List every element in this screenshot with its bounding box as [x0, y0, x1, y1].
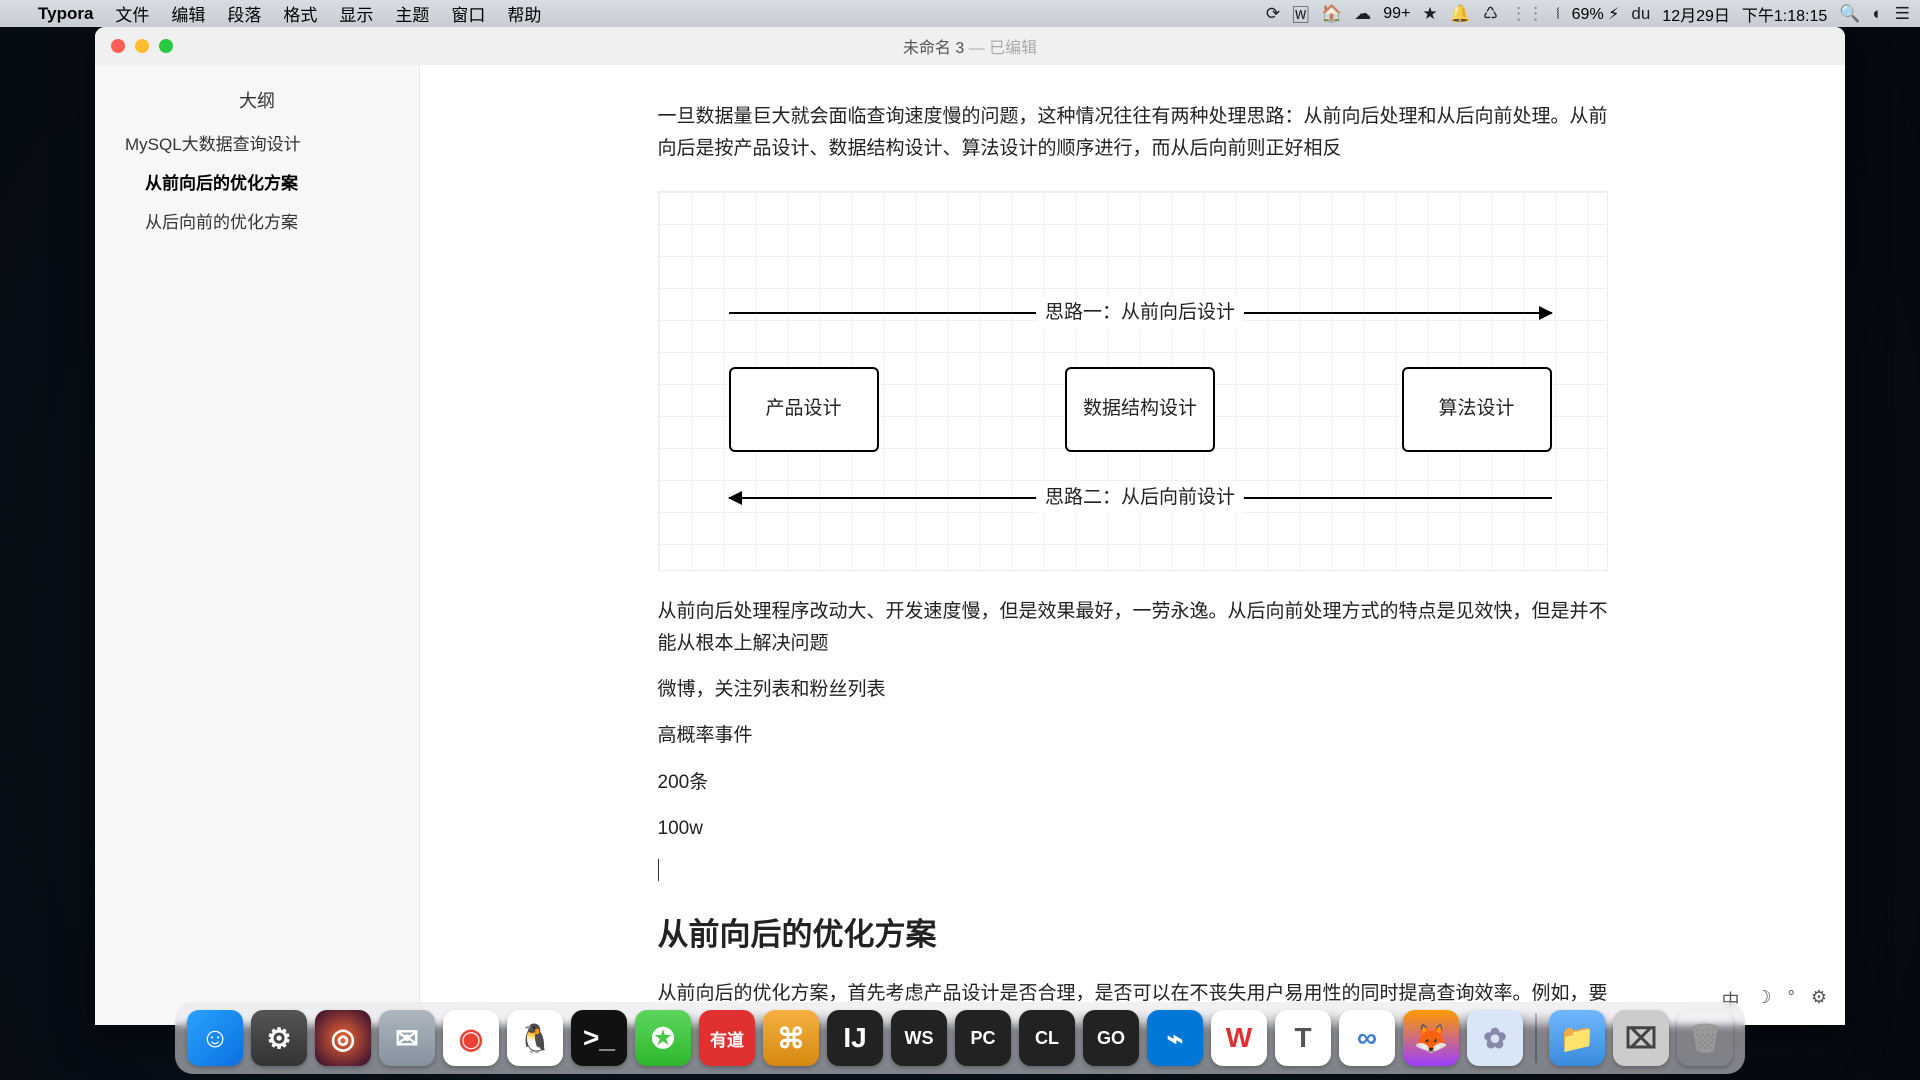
dock-youdao-icon[interactable]: 有道	[699, 1010, 755, 1066]
baidu-ime-icon[interactable]: du	[1631, 4, 1650, 24]
dock-typora-icon[interactable]: T	[1275, 1010, 1331, 1066]
outline-item-back-to-front[interactable]: 从后向前的优化方案	[95, 201, 419, 240]
notification-center-icon[interactable]: ☰	[1895, 4, 1910, 24]
arrow-left-line	[1244, 497, 1552, 499]
dock-clion-icon[interactable]: CL	[1019, 1010, 1075, 1066]
outline-sidebar: 大纲 MySQL大数据查询设计 从前向后的优化方案 从后向前的优化方案	[95, 27, 420, 1025]
dock-mail-icon[interactable]: ✉	[379, 1010, 435, 1066]
notification-badge[interactable]: 99+	[1383, 5, 1410, 23]
dock-settings-icon[interactable]: ⚙	[251, 1010, 307, 1066]
arrow-right-line	[729, 312, 1037, 314]
dock-wechat-icon[interactable]: ✪	[635, 1010, 691, 1066]
dock-terminal-icon[interactable]: >_	[571, 1010, 627, 1066]
menu-edit[interactable]: 编辑	[171, 1, 205, 26]
wechat-status-icon[interactable]: ☁	[1354, 4, 1371, 24]
date-display[interactable]: 12月29日	[1662, 2, 1730, 26]
night-mode-icon[interactable]: ☽	[1756, 987, 1772, 1013]
status-app-icon[interactable]: ⟳	[1266, 4, 1280, 24]
star-icon[interactable]: ★	[1422, 4, 1437, 24]
dock-folder-icon[interactable]: 📁	[1549, 1010, 1605, 1066]
menu-theme[interactable]: 主题	[395, 1, 429, 26]
macos-dock: ☺⚙◎✉◉🐧>_✪有道⌘IJWSPCCLGO⌁WT∞🦊✿ 📁⌧🗑	[175, 1002, 1745, 1074]
dock-siri-icon[interactable]: ◎	[315, 1010, 371, 1066]
arrow-right-head	[1244, 312, 1552, 314]
dock-pycharm-icon[interactable]: PC	[955, 1010, 1011, 1066]
dock-device-icon[interactable]: ⌧	[1613, 1010, 1669, 1066]
outline-item-front-to-back[interactable]: 从前向后的优化方案	[95, 162, 419, 201]
dock-intellij-icon[interactable]: IJ	[827, 1010, 883, 1066]
dock-finder-icon[interactable]: ☺	[187, 1010, 243, 1066]
gear-icon[interactable]: ⚙	[1811, 987, 1827, 1013]
sidebar-header[interactable]: 大纲	[95, 77, 419, 123]
box-product-design: 产品设计	[729, 367, 879, 452]
status-w-icon[interactable]: 🅆	[1292, 1, 1309, 26]
heading-front-to-back[interactable]: 从前向后的优化方案	[658, 909, 1608, 962]
window-titlebar: 未命名 3 — 已编辑	[95, 27, 1845, 65]
dock-trash-icon[interactable]: 🗑	[1677, 1010, 1733, 1066]
sync-icon[interactable]: ♺	[1483, 4, 1498, 24]
time-display[interactable]: 下午1:18:15	[1742, 2, 1827, 26]
menu-display[interactable]: 显示	[339, 1, 373, 26]
dock-firefox-icon[interactable]: 🦊	[1403, 1010, 1459, 1066]
arrow1-label: 思路一：从前向后设计	[1036, 297, 1244, 329]
dock-app1-icon[interactable]: ⌘	[763, 1010, 819, 1066]
dock-baidu-icon[interactable]: ∞	[1339, 1010, 1395, 1066]
menu-help[interactable]: 帮助	[507, 1, 541, 26]
paragraph[interactable]: 200条	[658, 767, 1608, 799]
battery-status[interactable]: 69% ⚡︎	[1572, 4, 1620, 24]
minimize-window-button[interactable]	[135, 39, 149, 53]
app-name[interactable]: Typora	[38, 4, 93, 24]
menu-paragraph[interactable]: 段落	[227, 1, 261, 26]
typora-window: 未命名 3 — 已编辑 大纲 MySQL大数据查询设计 从前向后的优化方案 从后…	[95, 27, 1845, 1025]
box-data-structure-design: 数据结构设计	[1065, 367, 1215, 452]
menu-file[interactable]: 文件	[115, 1, 149, 26]
arrow2-label: 思路二：从后向前设计	[1036, 482, 1244, 514]
status-cloud-icon[interactable]: 🏠	[1321, 4, 1342, 24]
paragraph[interactable]: 高概率事件	[658, 720, 1608, 752]
spotlight-icon[interactable]: 🔍	[1839, 4, 1860, 24]
menu-format[interactable]: 格式	[283, 1, 317, 26]
dock-app2-icon[interactable]: ✿	[1467, 1010, 1523, 1066]
dock-webstorm-icon[interactable]: WS	[891, 1010, 947, 1066]
arrow-left-head	[729, 497, 1037, 499]
paragraph[interactable]: 微博，关注列表和粉丝列表	[658, 674, 1608, 706]
paragraph[interactable]: 100w	[658, 813, 1608, 845]
paragraph[interactable]: 一旦数据量巨大就会面临查询速度慢的问题，这种情况往往有两种处理思路：从前向后处理…	[658, 101, 1608, 166]
close-window-button[interactable]	[111, 39, 125, 53]
bell-icon[interactable]: 🔔	[1450, 4, 1471, 24]
dock-chrome-icon[interactable]: ◉	[443, 1010, 499, 1066]
fullscreen-window-button[interactable]	[159, 39, 173, 53]
text-cursor[interactable]	[658, 859, 1608, 881]
dock-goland-icon[interactable]: GO	[1083, 1010, 1139, 1066]
dock-qq-icon[interactable]: 🐧	[507, 1010, 563, 1066]
dock-vscode-icon[interactable]: ⌁	[1147, 1010, 1203, 1066]
paragraph[interactable]: 从前向后处理程序改动大、开发速度慢，但是效果最好，一劳永逸。从后向前处理方式的特…	[658, 596, 1608, 661]
dock-separator	[1535, 1013, 1537, 1063]
box-algorithm-design: 算法设计	[1402, 367, 1552, 452]
dock-wps-icon[interactable]: W	[1211, 1010, 1267, 1066]
bluetooth-icon[interactable]: ⋮⋮	[1510, 4, 1544, 24]
editor-area[interactable]: 一旦数据量巨大就会面临查询速度慢的问题，这种情况往往有两种处理思路：从前向后处理…	[420, 27, 1845, 1025]
control-center-icon[interactable]: ◐	[1872, 4, 1882, 24]
macos-menubar: Typora 文件 编辑 段落 格式 显示 主题 窗口 帮助 ⟳ 🅆 🏠 ☁ 9…	[0, 0, 1920, 27]
design-diagram: 思路一：从前向后设计 产品设计 数据结构设计 算法设计 思路二：从后向前设计	[658, 191, 1608, 571]
document-title: 未命名 3 — 已编辑	[903, 34, 1037, 58]
outline-item-root[interactable]: MySQL大数据查询设计	[95, 123, 419, 162]
wifi-icon[interactable]: ⧙	[1556, 4, 1560, 24]
menu-window[interactable]: 窗口	[451, 1, 485, 26]
outline-toggle-icon[interactable]: °	[1788, 987, 1795, 1013]
